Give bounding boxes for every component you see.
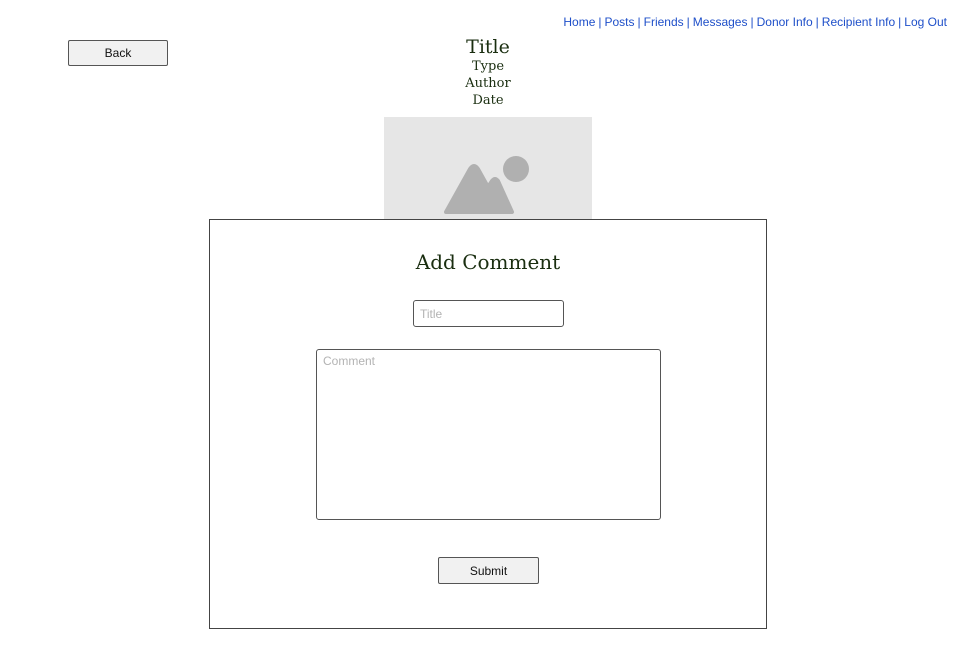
nav-separator: | xyxy=(898,15,902,29)
post-author: Author xyxy=(465,76,511,91)
post-type: Type xyxy=(471,59,505,74)
add-comment-heading: Add Comment xyxy=(415,250,561,274)
back-button[interactable]: Back xyxy=(68,40,168,66)
nav-recipient-info-link[interactable]: Recipient Info xyxy=(822,15,895,29)
nav-separator: | xyxy=(598,15,602,29)
comment-body-textarea[interactable] xyxy=(316,349,661,520)
nav-messages-link[interactable]: Messages xyxy=(693,15,748,29)
post-image xyxy=(384,117,592,220)
top-navigation: Home | Posts | Friends | Messages | Donor Info | R… xyxy=(563,15,947,29)
post-date: Date xyxy=(472,93,504,108)
nav-log-out-link[interactable]: Log Out xyxy=(904,15,947,29)
nav-separator: | xyxy=(815,15,819,29)
image-placeholder-icon xyxy=(444,156,529,214)
nav-separator: | xyxy=(750,15,754,29)
nav-friends-link[interactable]: Friends xyxy=(644,15,684,29)
mountain-shape xyxy=(444,164,514,214)
submit-button[interactable]: Submit xyxy=(438,557,539,584)
nav-donor-info-link[interactable]: Donor Info xyxy=(757,15,813,29)
post-title: Title xyxy=(466,36,510,58)
nav-separator: | xyxy=(686,15,690,29)
nav-separator: | xyxy=(637,15,641,29)
add-comment-panel: Add Comment Submit xyxy=(209,219,767,629)
post-header: Title Type Author Date xyxy=(388,36,588,109)
comment-title-input[interactable] xyxy=(413,300,564,327)
nav-posts-link[interactable]: Posts xyxy=(605,15,635,29)
page: Home | Posts | Friends | Messages | Donor Info | R… xyxy=(0,0,979,648)
nav-home-link[interactable]: Home xyxy=(563,15,595,29)
sun-shape xyxy=(503,156,529,182)
